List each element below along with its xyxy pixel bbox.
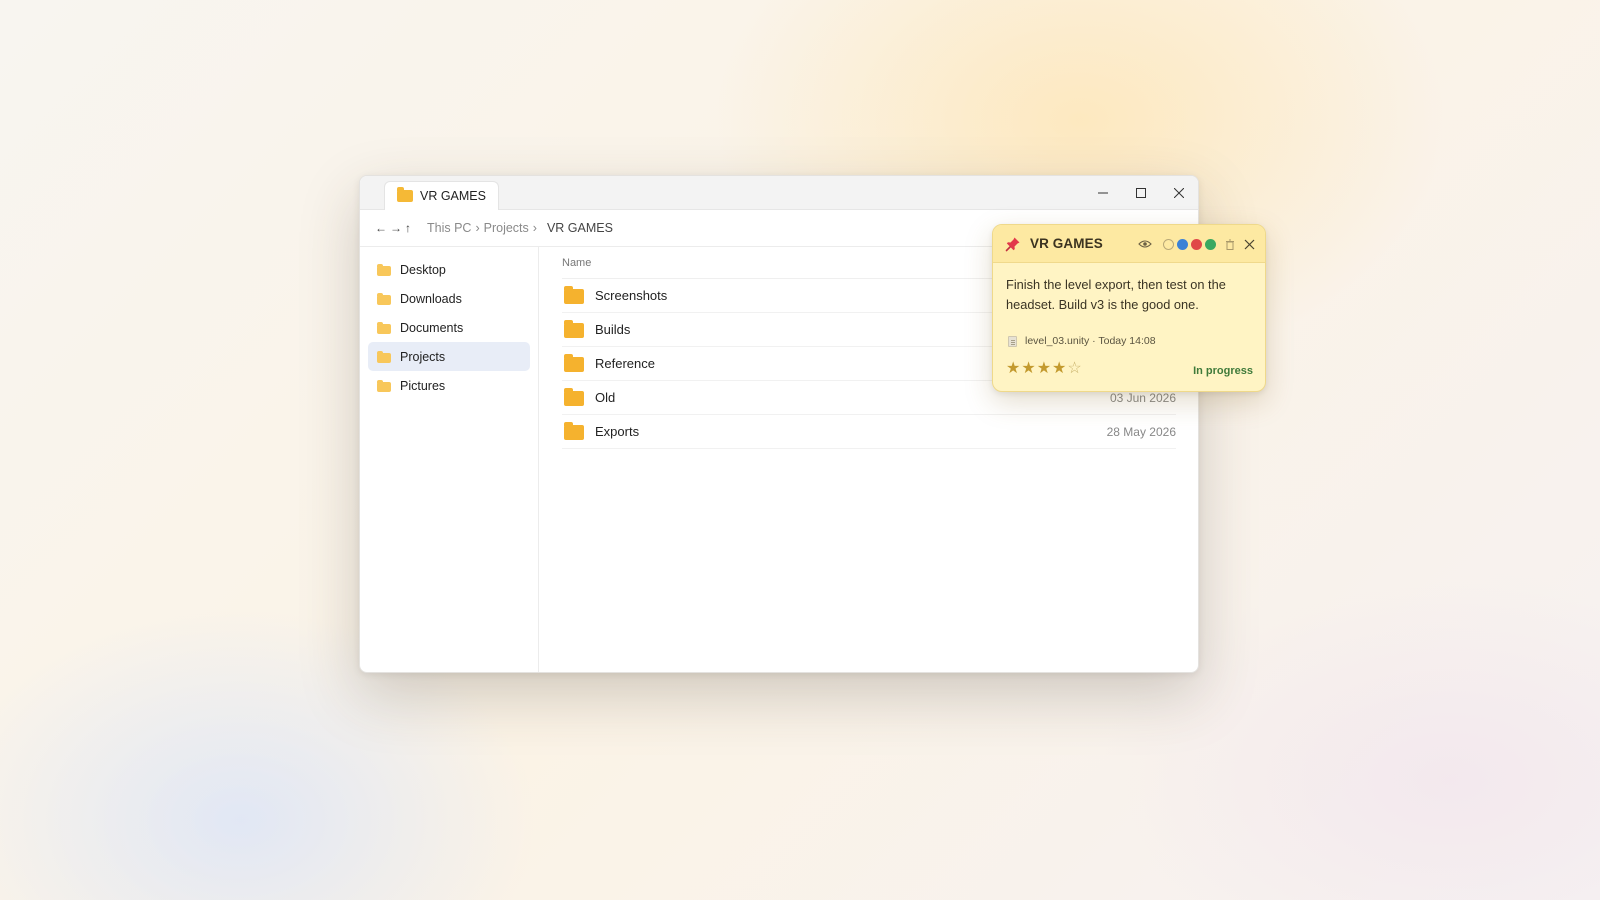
sidebar-item-label: Pictures [400,378,446,393]
folder-icon [377,263,391,276]
maximize-icon [1136,188,1146,198]
minimize-button[interactable] [1084,176,1122,210]
note-title[interactable]: VR GAMES [1030,236,1103,251]
folder-icon [564,388,584,406]
folder-icon [564,354,584,372]
folder-icon [377,321,391,334]
color-option-green[interactable] [1205,238,1216,250]
color-option-blue[interactable] [1177,238,1188,250]
trash-icon[interactable] [1225,239,1235,250]
forward-arrow-icon[interactable]: → [390,221,402,235]
note-header[interactable]: VR GAMES [993,225,1265,263]
sidebar-item-desktop[interactable]: Desktop [368,255,530,284]
note-body-text[interactable]: Finish the level export, then test on th… [1006,275,1251,314]
star-empty-icon[interactable]: ☆ [1067,360,1081,378]
folder-icon [377,292,391,305]
color-option-red[interactable] [1191,238,1202,250]
sidebar-item-pictures[interactable]: Pictures [368,371,530,400]
tab-vr-games[interactable]: VR GAMES [384,181,499,210]
file-date: 03 Jun 2026 [1109,390,1176,405]
breadcrumb-separator: › [475,221,480,235]
star-filled-icon[interactable]: ★ [1037,360,1051,378]
folder-icon [377,379,391,392]
breadcrumb-separator: › [532,221,537,235]
sidebar-item-label: Projects [400,349,446,364]
document-icon [1008,335,1017,347]
folder-icon [397,187,413,202]
file-name: Exports [595,424,640,439]
sidebar-item-documents[interactable]: Documents [368,313,530,342]
file-date: 28 May 2026 [1106,424,1176,439]
file-name: Screenshots [595,288,668,303]
close-button[interactable] [1160,176,1198,210]
breadcrumb-this-pc[interactable]: This PC [427,221,471,235]
close-icon [1174,188,1184,198]
navigation-sidebar: Desktop Downloads Documents Projects Pic… [360,247,539,672]
status-badge: In progress [1193,365,1253,377]
minimize-icon [1098,192,1108,194]
pin-icon[interactable] [1005,236,1021,252]
star-rating[interactable]: ★ ★ ★ ★ ☆ [1006,360,1082,378]
file-row[interactable]: Exports 28 May 2026 [562,415,1176,449]
breadcrumb-current[interactable]: VR GAMES [547,221,613,235]
color-option-none[interactable] [1163,238,1174,250]
column-header-label: Name [562,256,592,269]
star-filled-icon[interactable]: ★ [1006,360,1020,378]
file-name: Old [595,390,616,405]
sidebar-item-projects[interactable]: Projects [368,342,530,371]
sidebar-item-label: Downloads [400,291,462,306]
breadcrumb-projects[interactable]: Projects [484,221,529,235]
folder-icon [564,320,584,338]
eye-icon[interactable] [1138,239,1152,249]
up-arrow-icon[interactable]: ↑ [405,221,411,235]
back-arrow-icon[interactable]: ← [375,221,387,235]
file-name: Builds [595,322,631,337]
sticky-note[interactable]: VR GAMES Finish the level export, then t… [992,224,1266,392]
tab-label: VR GAMES [420,189,486,203]
star-filled-icon[interactable]: ★ [1021,360,1035,378]
note-attachment[interactable]: level_03.unity · Today 14:08 [1008,335,1156,347]
folder-icon [564,422,584,440]
sidebar-item-downloads[interactable]: Downloads [368,284,530,313]
title-bar: VR GAMES [360,176,1198,210]
folder-icon [377,350,391,363]
folder-icon [564,286,584,304]
maximize-button[interactable] [1122,176,1160,210]
sidebar-item-label: Documents [400,320,464,335]
star-filled-icon[interactable]: ★ [1052,360,1066,378]
attachment-label: level_03.unity · Today 14:08 [1025,335,1156,347]
file-name: Reference [595,356,655,371]
sidebar-item-label: Desktop [400,262,446,277]
close-icon[interactable] [1244,239,1255,250]
